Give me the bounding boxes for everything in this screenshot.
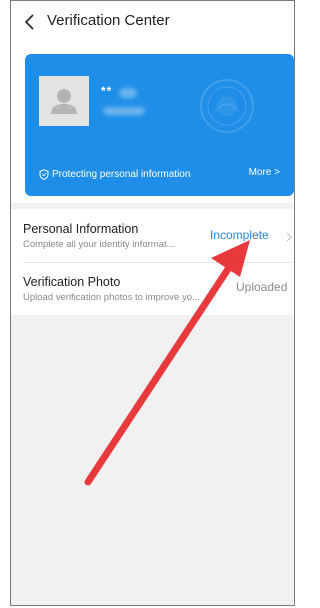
masked-name: ** bbox=[101, 84, 113, 98]
page-title: Verification Center bbox=[47, 12, 170, 29]
item-subtitle: Complete all your identity informat... bbox=[23, 239, 175, 250]
item-subtitle: Upload verification photos to improve yo… bbox=[23, 292, 200, 303]
protection-notice: Protecting personal information bbox=[39, 166, 190, 182]
chevron-right-icon bbox=[286, 232, 292, 242]
protection-text: Protecting personal information bbox=[52, 168, 191, 180]
blurred-id bbox=[103, 107, 145, 115]
more-link[interactable]: More > bbox=[249, 167, 280, 178]
top-bar: Verification Center bbox=[11, 1, 294, 45]
verification-photo-item[interactable]: Verification Photo Upload verification p… bbox=[11, 262, 294, 315]
phone-screen: Verification Center ** Protecting person… bbox=[10, 0, 295, 606]
status-incomplete: Incomplete bbox=[210, 228, 269, 242]
personal-information-item[interactable]: Personal Information Complete all your i… bbox=[11, 209, 294, 262]
blurred-name bbox=[119, 88, 137, 98]
verification-list: Personal Information Complete all your i… bbox=[11, 209, 294, 315]
item-title: Personal Information bbox=[23, 222, 139, 236]
hero-section: ** Protecting personal information More … bbox=[11, 45, 294, 203]
item-title: Verification Photo bbox=[23, 275, 121, 289]
divider bbox=[23, 262, 294, 263]
avatar bbox=[39, 76, 89, 126]
back-button[interactable] bbox=[20, 11, 40, 33]
shield-icon bbox=[39, 168, 49, 180]
chevron-left-icon bbox=[24, 14, 34, 30]
status-uploaded: Uploaded bbox=[236, 280, 288, 294]
identity-card: ** Protecting personal information More … bbox=[25, 54, 294, 196]
seal-watermark-icon bbox=[200, 79, 254, 133]
person-icon bbox=[51, 89, 77, 114]
